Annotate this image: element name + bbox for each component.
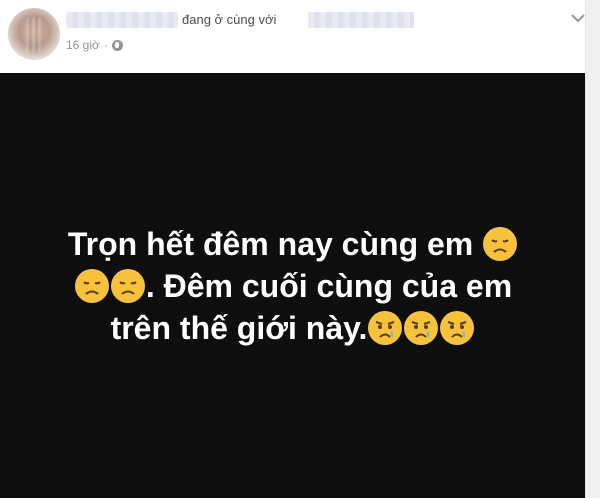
author-name-blurred[interactable] <box>66 12 178 28</box>
post-header: đang ở cùng với 16 giờ · <box>0 0 600 72</box>
post-line-3: trên thế giới này. <box>0 307 586 349</box>
chevron-down-icon[interactable] <box>570 12 586 24</box>
sad-face-emoji <box>110 269 145 303</box>
post-text: Trọn hết đêm nay cùng em . Đêm cuối cùng… <box>0 223 586 349</box>
post-timestamp[interactable]: 16 giờ <box>66 38 100 52</box>
post-line-1: Trọn hết đêm nay cùng em <box>0 223 586 265</box>
crying-face-emoji <box>440 311 475 345</box>
sad-face-emoji <box>483 227 518 261</box>
post-image[interactable]: Trọn hết đêm nay cùng em . Đêm cuối cùng… <box>0 73 586 498</box>
post-meta: 16 giờ · <box>66 38 123 52</box>
separator-dot: · <box>103 38 108 52</box>
post-line-2: . Đêm cuối cùng của em <box>0 265 586 307</box>
globe-icon[interactable] <box>111 39 123 51</box>
tagged-status: đang ở cùng với <box>182 12 277 27</box>
scrollbar[interactable] <box>585 0 600 498</box>
crying-face-emoji <box>368 311 403 345</box>
crying-face-emoji <box>404 311 439 345</box>
sad-face-emoji <box>74 269 109 303</box>
tagged-person-blurred[interactable] <box>308 12 414 28</box>
avatar[interactable] <box>8 8 60 60</box>
